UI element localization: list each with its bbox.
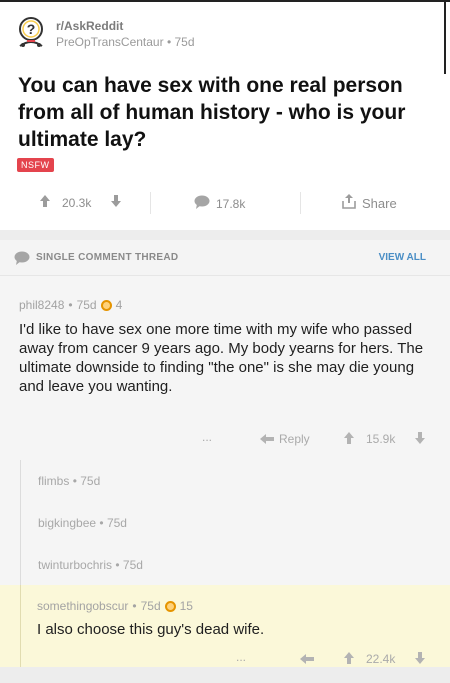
collapsed-reply[interactable]: flimbs • 75d	[20, 460, 450, 502]
award-icon	[164, 600, 176, 612]
comment-author[interactable]: phil8248	[19, 298, 64, 312]
top-comment-meta: phil8248 • 75d 4	[19, 298, 122, 312]
comment-score: 22.4k	[366, 652, 396, 666]
downvote-icon[interactable]	[111, 195, 122, 210]
comment-upvote-icon[interactable]	[344, 652, 354, 667]
section-gap	[0, 230, 450, 240]
collapsed-reply[interactable]: twinturbochris • 75d	[20, 544, 450, 586]
meta-separator: •	[72, 474, 77, 488]
reply-author[interactable]: bigkingbee	[38, 516, 96, 530]
comments-button[interactable]: 17.8k	[194, 195, 245, 212]
post-title[interactable]: You can have sex with one real person fr…	[18, 72, 434, 153]
top-comment-body: I'd like to have sex one more time with …	[19, 321, 424, 395]
frame-right-line	[444, 0, 446, 74]
share-button[interactable]: Share	[342, 194, 397, 212]
more-options-icon[interactable]: ...	[236, 650, 246, 664]
bottom-bar	[0, 667, 450, 683]
highlighted-comment-meta: somethingobscur • 75d 15	[37, 599, 193, 613]
post-author[interactable]: PreOpTransCentaur	[56, 35, 164, 49]
subreddit-name[interactable]: r/AskReddit	[56, 19, 195, 33]
comment-age: 75d	[140, 599, 161, 613]
reply-author[interactable]: twinturbochris	[38, 558, 112, 572]
post-upvote-count: 20.3k	[62, 195, 92, 210]
highlighted-comment-body: I also choose this guy's dead wife.	[37, 621, 265, 638]
byline-separator: •	[166, 35, 172, 49]
svg-text:?: ?	[27, 21, 36, 37]
award-count: 4	[115, 298, 123, 312]
single-thread-bar: SINGLE COMMENT THREAD VIEW ALL	[0, 240, 450, 276]
reply-arrow-icon	[260, 434, 274, 444]
reply-button[interactable]: Reply	[260, 432, 310, 446]
upvote-icon[interactable]	[40, 195, 50, 210]
actions-divider	[300, 192, 301, 214]
meta-separator: •	[115, 558, 120, 572]
comment-bubble-icon	[194, 195, 210, 212]
top-comment-actions: ... Reply 15.9k	[0, 430, 450, 450]
post-actions-bar: 20.3k 17.8k Share	[0, 188, 450, 218]
thread-label: SINGLE COMMENT THREAD	[36, 252, 179, 263]
collapsed-reply-meta: bigkingbee • 75d	[38, 516, 127, 530]
comment-author[interactable]: somethingobscur	[37, 599, 128, 613]
comment-age: 75d	[76, 298, 97, 312]
meta-separator: •	[99, 516, 104, 530]
nsfw-badge: NSFW	[17, 158, 54, 172]
post-byline: PreOpTransCentaur • 75d	[56, 35, 195, 49]
comment-count: 17.8k	[216, 196, 246, 211]
share-label: Share	[362, 195, 397, 211]
reply-age: 75d	[122, 558, 143, 572]
comment-downvote-icon[interactable]	[415, 652, 425, 667]
frame-top-line	[0, 0, 450, 2]
thread-comment-icon	[14, 251, 30, 270]
collapsed-reply-meta: flimbs • 75d	[38, 474, 100, 488]
collapsed-reply[interactable]: bigkingbee • 75d	[20, 502, 450, 544]
reply-label: Reply	[279, 432, 310, 446]
post-age: 75d	[174, 35, 195, 49]
more-options-icon[interactable]: ...	[202, 430, 212, 444]
view-all-link[interactable]: VIEW ALL	[379, 252, 426, 263]
award-icon	[100, 299, 112, 311]
post-header: ? r/AskReddit PreOpTransCentaur • 75d	[14, 16, 195, 50]
comment-score: 15.9k	[366, 432, 396, 446]
comment-downvote-icon[interactable]	[415, 432, 425, 447]
reply-age: 75d	[80, 474, 101, 488]
actions-divider	[150, 192, 151, 214]
share-icon	[342, 194, 356, 212]
meta-separator: •	[132, 599, 137, 613]
post-vote-group: 20.3k	[40, 195, 122, 210]
comment-upvote-icon[interactable]	[344, 432, 354, 447]
collapsed-reply-meta: twinturbochris • 75d	[38, 558, 143, 572]
meta-separator: •	[68, 298, 73, 312]
reply-arrow-icon[interactable]	[300, 653, 314, 667]
award-count: 15	[179, 599, 193, 613]
highlighted-comment-actions: ... 22.4k	[0, 650, 450, 667]
subreddit-icon[interactable]: ?	[14, 16, 48, 50]
reply-age: 75d	[106, 516, 127, 530]
reply-author[interactable]: flimbs	[38, 474, 69, 488]
